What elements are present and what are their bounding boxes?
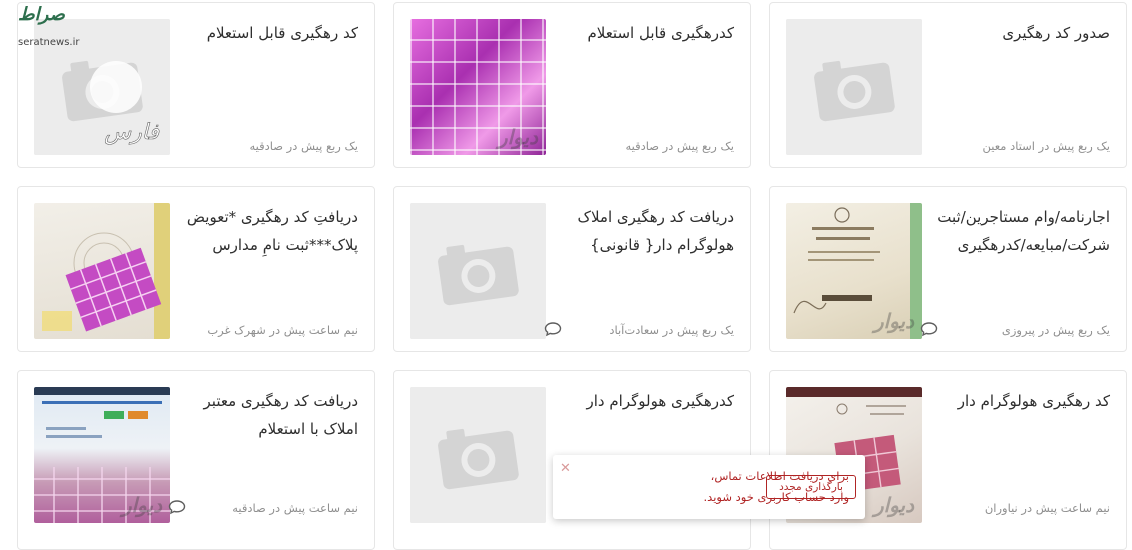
hologram-photo: دیوار — [410, 19, 546, 155]
chat-icon[interactable] — [168, 499, 186, 515]
photo-watermark: دیوار — [873, 493, 914, 517]
chat-icon[interactable] — [544, 321, 562, 337]
toast-message: برای دریافت اطلاعات تماس، وارد حساب کارب… — [703, 469, 849, 504]
serat-logo: صراط seratnews.ir — [0, 0, 98, 50]
fars-news-watermark: فارس — [104, 120, 159, 145]
listing-card[interactable]: دریافتِ کد رهگیری *تعویض پلاک***ثبت نامِ… — [17, 186, 375, 352]
listing-title[interactable]: دریافت کد رهگیری املاک هولوگرام دار{ قان… — [554, 203, 734, 259]
photo-watermark: دیوار — [873, 309, 914, 333]
listing-title[interactable]: کد رهگیری قابل استعلام — [178, 19, 358, 47]
listing-meta: یک ربع پیش در استاد معین — [982, 139, 1110, 153]
listing-meta: نیم ساعت پیش در صادقیه — [232, 501, 358, 515]
login-required-toast: ✕ بارگذاری مجدد برای دریافت اطلاعات تماس… — [553, 455, 865, 519]
listing-meta: یک ربع پیش در پیروزی — [1001, 323, 1110, 337]
photo-watermark: دیوار — [121, 493, 162, 517]
listing-meta: نیم ساعت پیش در نیاوران — [984, 501, 1110, 515]
screen-photo: دیوار — [34, 387, 170, 523]
listing-title[interactable]: صدور کد رهگیری — [930, 19, 1110, 47]
listing-title[interactable]: دریافتِ کد رهگیری *تعویض پلاک***ثبت نامِ… — [178, 203, 358, 259]
listing-meta: یک ربع پیش در صادقیه — [249, 139, 358, 153]
listing-title[interactable]: اجارنامه/وام مستاجرین/ثبت شرکت/مبایعه/کد… — [930, 203, 1110, 259]
listing-card[interactable]: صدور کد رهگیری یک ربع پیش در استاد معین — [769, 2, 1127, 168]
logo-name: صراط — [18, 4, 65, 25]
deed-photo: دیوار — [786, 203, 922, 339]
placeholder-camera-icon — [786, 19, 922, 155]
listing-meta: نیم ساعت پیش در شهرک غرب — [207, 323, 358, 337]
listing-card[interactable]: دریافت کد رهگیری املاک هولوگرام دار{ قان… — [393, 186, 751, 352]
listing-card[interactable]: دیوار کدرهگیری قابل استعلام یک ربع پیش د… — [393, 2, 751, 168]
listing-title[interactable]: کدرهگیری قابل استعلام — [554, 19, 734, 47]
chat-icon[interactable] — [920, 321, 938, 337]
listing-card[interactable]: دیوار اجارنامه/وام مستاجرین/ثبت شرکت/مبا… — [769, 186, 1127, 352]
close-icon[interactable]: ✕ — [560, 461, 571, 476]
listing-title[interactable]: کدرهگیری هولوگرام دار — [554, 387, 734, 415]
placeholder-camera-icon — [410, 387, 546, 523]
listing-title[interactable]: دریافت کد رهگیری معتبر املاک با استعلام — [178, 387, 358, 443]
listing-meta: یک ربع پیش در سعادت‌آباد — [609, 323, 734, 337]
hologram-doc-photo — [34, 203, 170, 339]
listing-card[interactable]: دیوار دریافت کد رهگیری معتبر املاک با اس… — [17, 370, 375, 550]
logo-url: seratnews.ir — [18, 37, 80, 48]
photo-watermark: دیوار — [497, 125, 538, 149]
listing-meta: یک ربع پیش در صادقیه — [625, 139, 734, 153]
listing-title[interactable]: کد رهگیری هولوگرام دار — [930, 387, 1110, 415]
placeholder-camera-icon — [410, 203, 546, 339]
